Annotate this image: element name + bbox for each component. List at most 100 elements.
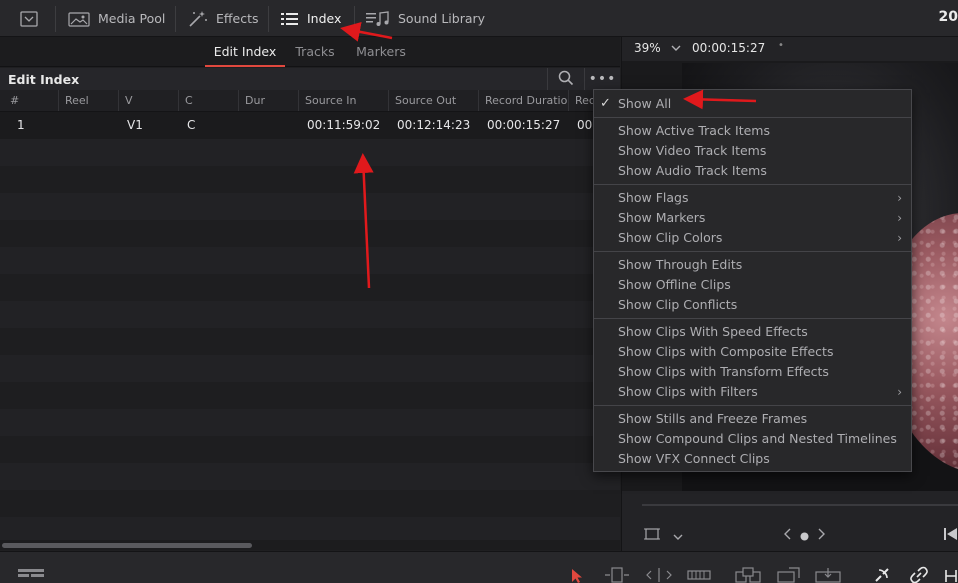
viewer-timecode: 00:00:15:27: [692, 41, 766, 55]
sound-library-button[interactable]: Sound Library: [366, 0, 485, 37]
menu-item-label: Show Video Track Items: [618, 143, 767, 158]
empty-row: [0, 463, 620, 490]
index-tabs: Edit Index Tracks Markers: [0, 37, 620, 67]
empty-row: [0, 220, 620, 247]
column-header-dur[interactable]: Dur: [239, 90, 299, 111]
menu-item-show-clips-with-speed-effects[interactable]: Show Clips With Speed Effects: [594, 322, 911, 342]
menu-item-label: Show Stills and Freeze Frames: [618, 411, 808, 426]
effects-label: Effects: [216, 11, 259, 26]
media-pool-button[interactable]: Media Pool: [68, 0, 165, 37]
scrollbar-thumb[interactable]: [2, 543, 252, 548]
empty-row: [0, 139, 620, 166]
overwrite-clip-icon[interactable]: [777, 567, 801, 583]
menu-item-show-all[interactable]: ✓ Show All: [594, 94, 911, 114]
menu-item-show-video-track-items[interactable]: Show Video Track Items: [594, 141, 911, 161]
empty-row: [0, 301, 620, 328]
menu-item-show-clips-with-transform-effects[interactable]: Show Clips with Transform Effects: [594, 362, 911, 382]
column-header-reel[interactable]: Reel: [59, 90, 119, 111]
frame-fit-icon[interactable]: [644, 527, 660, 544]
menu-item-label: Show Clips with Filters: [618, 384, 758, 399]
column-header-c[interactable]: C: [179, 90, 239, 111]
empty-row: [0, 328, 620, 355]
menu-item-label: Show VFX Connect Clips: [618, 451, 770, 466]
chevron-right-icon: ›: [897, 385, 902, 399]
menu-separator: [594, 117, 911, 118]
scrubber-track[interactable]: [642, 504, 958, 506]
menu-item-label: Show Offline Clips: [618, 277, 731, 292]
chevron-right-icon: ›: [897, 211, 902, 225]
menu-item-label: Show Audio Track Items: [618, 163, 767, 178]
dynamic-trim-icon[interactable]: [646, 567, 672, 583]
column-header-row: # Reel V C Dur Source In Source Out Reco…: [0, 90, 620, 112]
panel-toggle-icon: [20, 10, 38, 27]
menu-item-label: Show Markers: [618, 210, 706, 225]
menu-item-show-offline-clips[interactable]: Show Offline Clips: [594, 275, 911, 295]
empty-row: [0, 436, 620, 463]
index-label: Index: [307, 11, 342, 26]
menu-item-label: Show Flags: [618, 190, 689, 205]
linked-selection-icon[interactable]: [909, 566, 929, 583]
empty-row: [0, 274, 620, 301]
selection-pointer-icon[interactable]: [571, 568, 583, 583]
effects-button[interactable]: Effects: [188, 0, 259, 37]
go-to-start-icon[interactable]: [944, 527, 958, 544]
playhead-dot-icon: [800, 530, 809, 544]
cell-source-in: 00:11:59:02: [307, 118, 381, 132]
chevron-down-icon[interactable]: [673, 530, 683, 544]
menu-item-show-clip-colors[interactable]: Show Clip Colors ›: [594, 228, 911, 248]
menu-item-label: Show Compound Clips and Nested Timelines: [618, 431, 897, 446]
tab-markers[interactable]: Markers: [350, 37, 412, 66]
menu-item-show-through-edits[interactable]: Show Through Edits: [594, 255, 911, 275]
empty-row: [0, 382, 620, 409]
timecode-display: 20: [938, 9, 958, 25]
previous-icon[interactable]: [784, 528, 792, 543]
menu-item-label: Show Clip Conflicts: [618, 297, 738, 312]
table-row[interactable]: 1 V1 C 00:11:59:02 00:12:14:23 00:00:15:…: [0, 112, 620, 139]
timeline-layout-icon[interactable]: [18, 568, 44, 583]
cell-record-duration: 00:00:15:27: [487, 118, 561, 132]
menu-item-show-stills-and-freeze-frames[interactable]: Show Stills and Freeze Frames: [594, 409, 911, 429]
menu-item-show-clips-with-composite-effects[interactable]: Show Clips with Composite Effects: [594, 342, 911, 362]
workspace-toggle-button[interactable]: [20, 0, 38, 37]
panel-title: Edit Index: [8, 72, 80, 87]
zoom-level-dropdown[interactable]: 39%: [634, 41, 681, 55]
menu-item-show-audio-track-items[interactable]: Show Audio Track Items: [594, 161, 911, 181]
trim-edit-icon[interactable]: [604, 567, 630, 583]
menu-item-show-clip-conflicts[interactable]: Show Clip Conflicts: [594, 295, 911, 315]
menu-item-show-flags[interactable]: Show Flags ›: [594, 188, 911, 208]
tab-edit-index[interactable]: Edit Index: [205, 37, 285, 67]
menu-item-show-compound-clips-and-nested-timelines[interactable]: Show Compound Clips and Nested Timelines: [594, 429, 911, 449]
sound-library-label: Sound Library: [398, 11, 486, 26]
chevron-down-icon: [671, 45, 680, 51]
column-header-source-in[interactable]: Source In: [299, 90, 389, 111]
more-options-button[interactable]: •••: [584, 68, 620, 90]
menu-item-show-vfx-connect-clips[interactable]: Show VFX Connect Clips: [594, 449, 911, 469]
menu-item-show-active-track-items[interactable]: Show Active Track Items: [594, 121, 911, 141]
viewer-controls: [621, 491, 958, 551]
menu-item-label: Show Clip Colors: [618, 230, 723, 245]
column-header-source-out[interactable]: Source Out: [389, 90, 479, 111]
next-icon[interactable]: [817, 528, 825, 543]
cell-record: 00: [577, 118, 593, 132]
column-header-record-duration[interactable]: Record Duratio: [479, 90, 569, 111]
empty-row: [0, 490, 620, 517]
column-header-v[interactable]: V: [119, 90, 179, 111]
search-button[interactable]: [547, 68, 583, 90]
more-options-icon: •••: [588, 71, 617, 87]
menu-separator: [594, 318, 911, 319]
menu-item-label: Show All: [618, 96, 672, 111]
empty-row: [0, 355, 620, 382]
replace-clip-icon[interactable]: [815, 567, 843, 583]
cell-source-out: 00:12:14:23: [397, 118, 471, 132]
insert-clip-icon[interactable]: [735, 567, 763, 583]
snapping-magnet-icon[interactable]: [873, 566, 891, 583]
index-button[interactable]: Index: [281, 0, 341, 37]
menu-item-show-markers[interactable]: Show Markers ›: [594, 208, 911, 228]
blade-edit-icon[interactable]: [687, 569, 711, 583]
menu-item-show-clips-with-filters[interactable]: Show Clips with Filters ›: [594, 382, 911, 402]
menu-separator: [594, 405, 911, 406]
column-header-number[interactable]: #: [4, 90, 59, 111]
tab-tracks[interactable]: Tracks: [290, 37, 340, 66]
menu-item-label: Show Clips with Transform Effects: [618, 364, 829, 379]
link-clip-icon[interactable]: [944, 566, 958, 583]
